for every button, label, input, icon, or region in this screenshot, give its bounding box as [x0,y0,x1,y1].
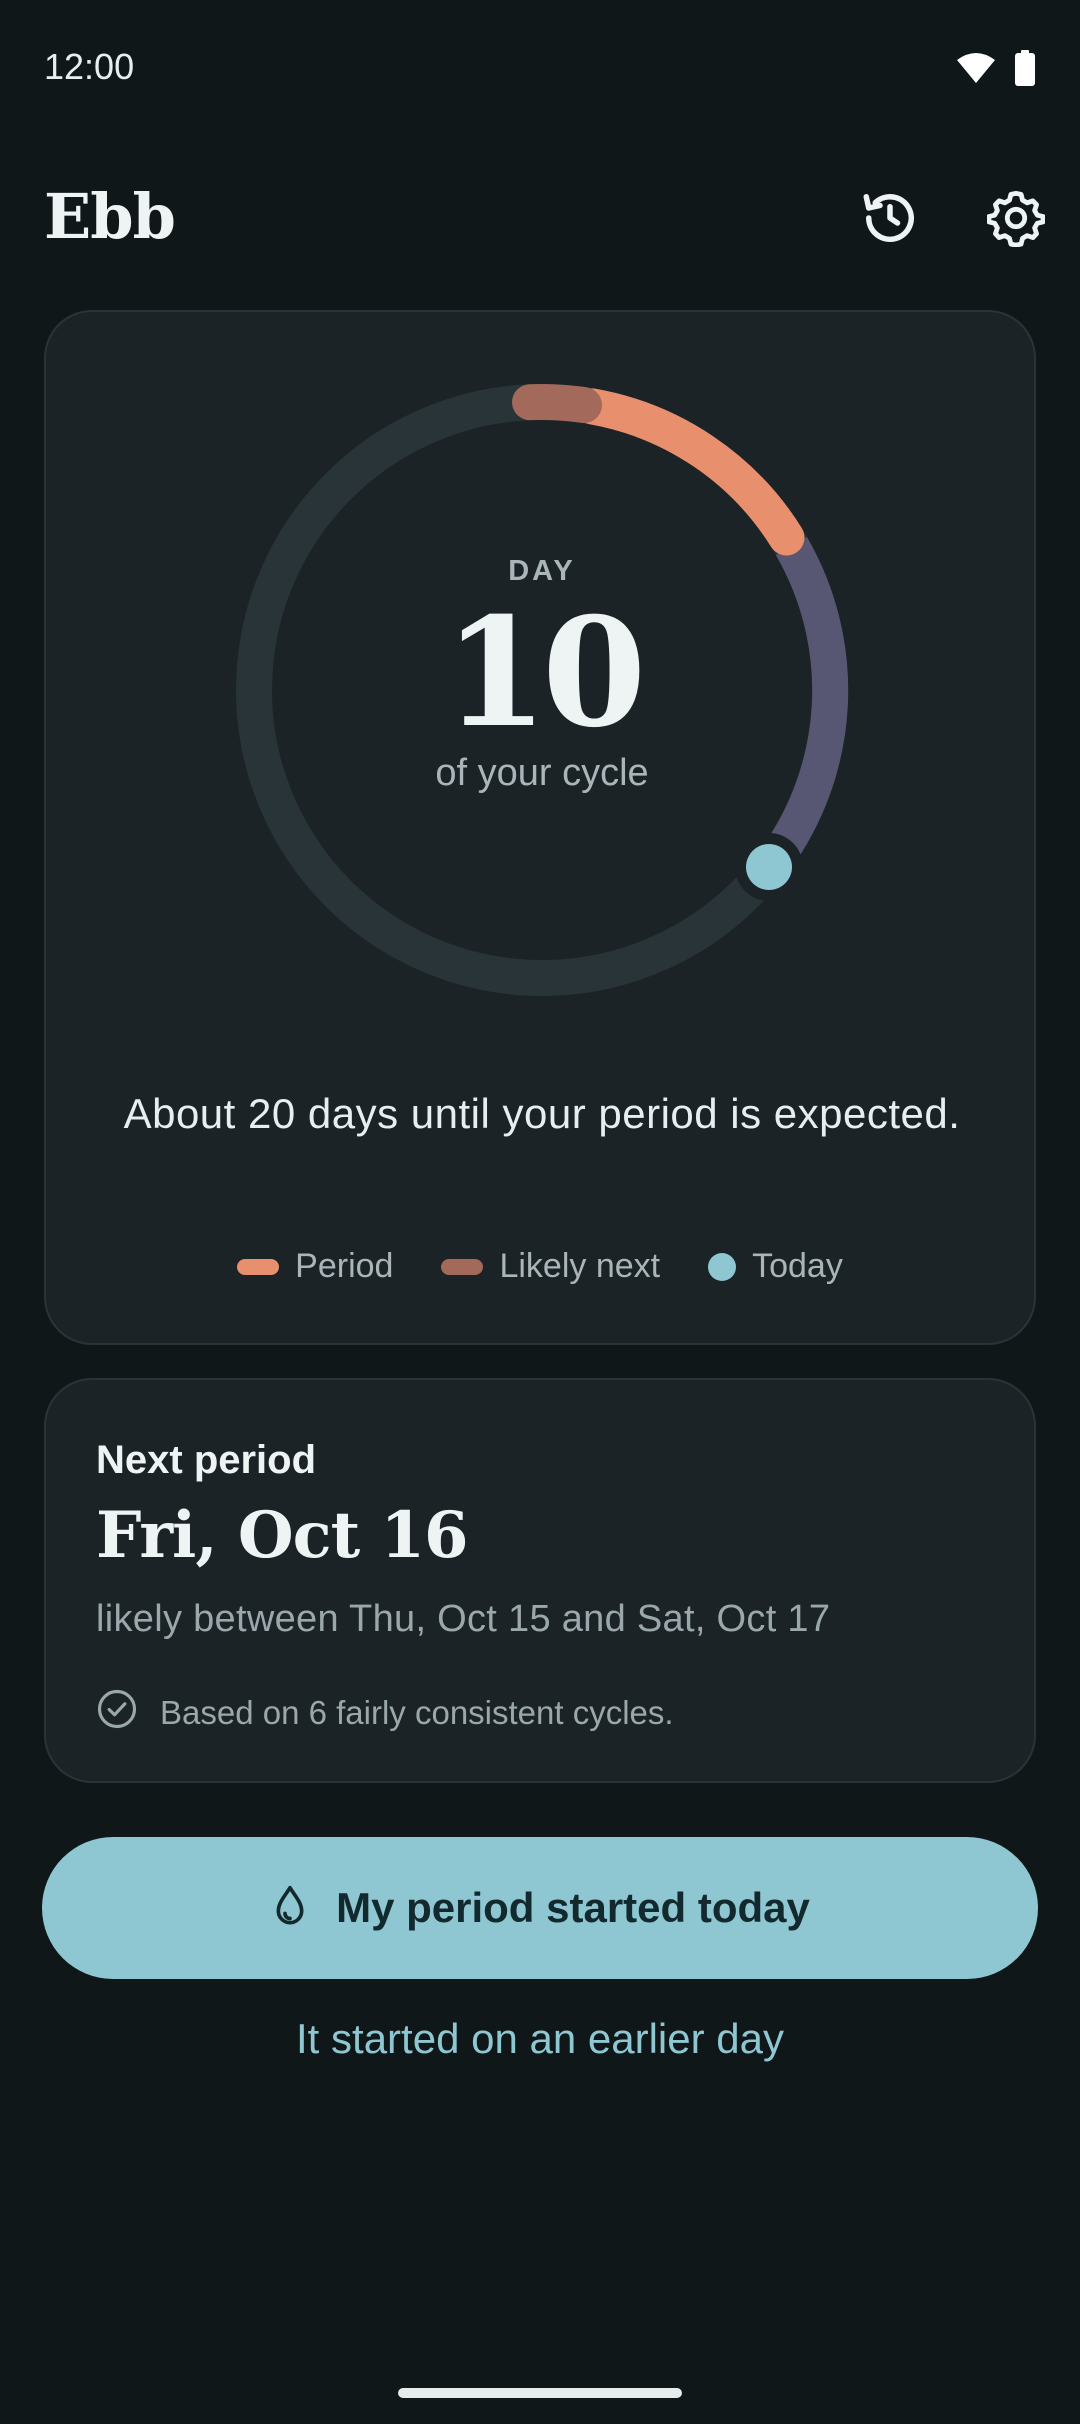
legend-today: Today [708,1247,843,1286]
app-title: Ebb [44,180,176,253]
legend-today-label: Today [752,1247,843,1285]
navigation-handle[interactable] [398,2388,682,2398]
next-period-range: likely between Thu, Oct 15 and Sat, Oct … [96,1598,831,1640]
prediction-basis: Based on 6 fairly consistent cycles. [96,1688,674,1738]
started-earlier-link[interactable]: It started on an earlier day [0,2015,1080,2063]
settings-button[interactable] [976,180,1056,260]
ring-center: DAY 10 of your cycle [232,380,852,1000]
ring-legend: Period Likely next Today [46,1247,1034,1286]
next-period-date: Fri, Oct 16 [96,1498,469,1573]
legend-period-label: Period [295,1247,394,1285]
battery-icon [1014,50,1036,91]
history-icon [860,188,920,253]
status-bar: 12:00 [0,0,1080,140]
day-subtitle: of your cycle [435,752,649,794]
wifi-icon [956,52,996,89]
check-circle-icon [96,1688,138,1738]
period-started-today-button[interactable]: My period started today [42,1837,1038,1979]
legend-likely-next-swatch [441,1258,484,1275]
legend-period-swatch [237,1258,280,1275]
day-label: DAY [508,555,576,587]
period-countdown: About 20 days until your period is expec… [123,1090,961,1137]
gear-icon [986,189,1046,252]
period-started-today-label: My period started today [336,1884,810,1931]
next-period-card: Next period Fri, Oct 16 likely between T… [44,1378,1036,1783]
legend-today-swatch [708,1252,737,1281]
cycle-card: DAY 10 of your cycle About 20 days until… [44,310,1036,1345]
legend-likely-next-label: Likely next [499,1247,661,1285]
day-number: 10 [443,585,647,761]
legend-likely-next: Likely next [441,1247,660,1286]
status-time: 12:00 [44,46,135,87]
drop-icon [270,1884,310,1933]
status-icons [956,50,1036,91]
prediction-basis-text: Based on 6 fairly consistent cycles. [160,1694,674,1731]
legend-period: Period [237,1247,393,1286]
next-period-label: Next period [96,1438,317,1482]
app-bar: Ebb [0,160,1080,270]
history-button[interactable] [850,180,930,260]
cycle-ring: DAY 10 of your cycle [232,380,852,1000]
